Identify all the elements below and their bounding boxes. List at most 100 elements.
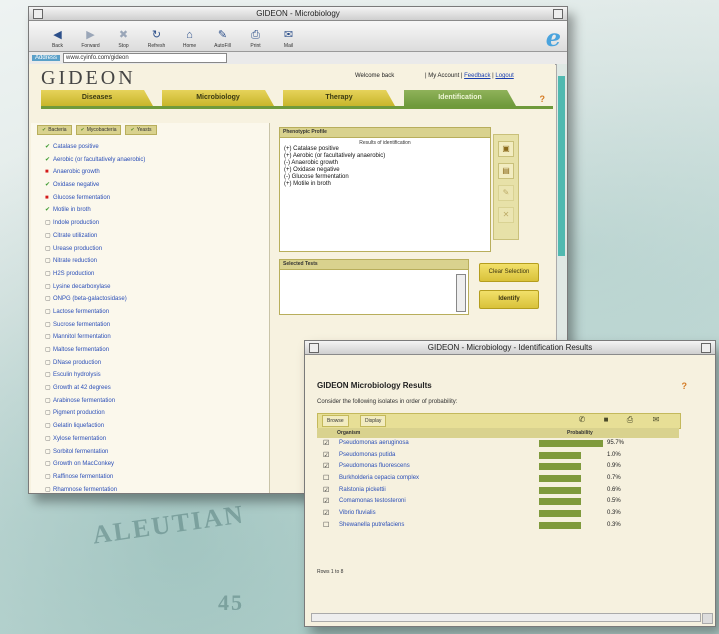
popup-horizontal-scrollbar[interactable] xyxy=(311,613,701,622)
checkbox-icon[interactable]: ▢ xyxy=(45,331,53,344)
subtab-yeasts[interactable]: ✔ Yeasts xyxy=(125,125,157,135)
result-row[interactable]: ☑ Comamonas testosteroni 0.5% xyxy=(317,496,679,508)
checkbox-icon[interactable]: ▢ xyxy=(45,471,53,484)
edit-icon[interactable]: ✎ xyxy=(498,185,514,201)
test-list-item[interactable]: ▢ Pigment production xyxy=(45,407,269,420)
test-list-item[interactable]: ▢ Rhamnose fermentation xyxy=(45,484,269,497)
test-list-item[interactable]: ✔ Catalase positive xyxy=(45,141,269,154)
save-icon[interactable]: ▣ xyxy=(498,141,514,157)
mail-button[interactable]: ✉ Mail xyxy=(272,29,305,51)
delete-icon[interactable]: ✕ xyxy=(498,207,514,223)
account-link[interactable]: | My Account | xyxy=(425,73,462,79)
subtab-mycobacteria[interactable]: ✔ Mycobacteria xyxy=(75,125,122,135)
check-positive-icon[interactable]: ✔ xyxy=(45,154,53,167)
close-button[interactable] xyxy=(33,9,43,19)
row-checkbox-icon[interactable]: ☑ xyxy=(323,440,329,448)
print-icon[interactable]: ⎙ xyxy=(624,415,636,425)
checkbox-icon[interactable]: ▢ xyxy=(45,319,53,332)
zoom-button[interactable] xyxy=(553,9,563,19)
checkbox-icon[interactable]: ▢ xyxy=(45,281,53,294)
popup-zoom-button[interactable] xyxy=(701,343,711,353)
test-list-item[interactable]: ▢ DNase production xyxy=(45,357,269,370)
popup-close-button[interactable] xyxy=(309,343,319,353)
result-row[interactable]: ☐ Burkholderia cepacia complex 0.7% xyxy=(317,473,679,485)
test-list-item[interactable]: ▢ Mannitol fermentation xyxy=(45,331,269,344)
result-row[interactable]: ☑ Pseudomonas putida 1.0% xyxy=(317,450,679,462)
checkbox-icon[interactable]: ▢ xyxy=(45,407,53,420)
popup-help-icon[interactable]: ? xyxy=(682,381,688,391)
browse-button[interactable]: Browse xyxy=(322,415,349,427)
mail-icon[interactable]: ✉ xyxy=(650,415,662,425)
organism-name[interactable]: Burkholderia cepacia complex xyxy=(339,473,419,484)
clear-selection-button[interactable]: Clear Selection xyxy=(479,263,539,282)
autofill-button[interactable]: ✎ AutoFill xyxy=(206,29,239,51)
checkbox-icon[interactable]: ▢ xyxy=(45,357,53,370)
test-list-item[interactable]: ▢ ONPG (beta-galactosidase) xyxy=(45,293,269,306)
identify-button[interactable]: Identify xyxy=(479,290,539,309)
test-list-item[interactable]: ▢ Nitrate reduction xyxy=(45,255,269,268)
checkbox-icon[interactable]: ▢ xyxy=(45,433,53,446)
subtab-bacteria[interactable]: ✔ Bacteria xyxy=(37,125,72,135)
check-positive-icon[interactable]: ✔ xyxy=(45,204,53,217)
row-checkbox-icon[interactable]: ☑ xyxy=(323,463,329,471)
test-list-item[interactable]: ▢ Citrate utilization xyxy=(45,230,269,243)
checkbox-icon[interactable]: ▢ xyxy=(45,446,53,459)
help-icon[interactable]: ? xyxy=(540,94,546,104)
checkbox-icon[interactable]: ▢ xyxy=(45,420,53,433)
row-checkbox-icon[interactable]: ☑ xyxy=(323,487,329,495)
test-list-item[interactable]: ▢ H2S production xyxy=(45,268,269,281)
forward-button[interactable]: ▶ Forward xyxy=(74,29,107,51)
check-negative-icon[interactable]: ■ xyxy=(45,166,53,179)
test-list-item[interactable]: ▢ Maltose fermentation xyxy=(45,344,269,357)
checkbox-icon[interactable]: ▢ xyxy=(45,344,53,357)
check-positive-icon[interactable]: ✔ xyxy=(45,141,53,154)
checkbox-icon[interactable]: ▢ xyxy=(45,382,53,395)
checkbox-icon[interactable]: ▢ xyxy=(45,484,53,497)
test-list-item[interactable]: ✔ Motile in broth xyxy=(45,204,269,217)
selected-tests-body[interactable] xyxy=(279,270,469,315)
check-positive-icon[interactable]: ✔ xyxy=(45,179,53,192)
scrollbar-thumb[interactable] xyxy=(558,76,565,256)
test-list-item[interactable]: ▢ Sorbitol fermentation xyxy=(45,446,269,459)
row-checkbox-icon[interactable]: ☐ xyxy=(323,522,329,530)
test-list-item[interactable]: ✔ Aerobic (or facultatively anaerobic) xyxy=(45,154,269,167)
logout-link[interactable]: Logout xyxy=(495,73,513,79)
stop-button[interactable]: ✖ Stop xyxy=(107,29,140,51)
checkbox-icon[interactable]: ▢ xyxy=(45,306,53,319)
refresh-button[interactable]: ↻ Refresh xyxy=(140,29,173,51)
open-folder-icon[interactable]: ▤ xyxy=(498,163,514,179)
test-list-item[interactable]: ▢ Lactose fermentation xyxy=(45,306,269,319)
test-list-item[interactable]: ✔ Oxidase negative xyxy=(45,179,269,192)
tab-microbiology[interactable]: Microbiology xyxy=(162,90,274,106)
test-list-item[interactable]: ▢ Xylose fermentation xyxy=(45,433,269,446)
result-row[interactable]: ☑ Pseudomonas fluorescens 0.9% xyxy=(317,461,679,473)
print-button[interactable]: ⎙ Print xyxy=(239,29,272,51)
row-checkbox-icon[interactable]: ☑ xyxy=(323,510,329,518)
check-negative-icon[interactable]: ■ xyxy=(45,192,53,205)
organism-name[interactable]: Vibrio fluvialis xyxy=(339,508,376,519)
test-list-item[interactable]: ▢ Sucrose fermentation xyxy=(45,319,269,332)
result-row[interactable]: ☑ Ralstonia pickettii 0.6% xyxy=(317,485,679,497)
save-icon[interactable]: ■ xyxy=(600,415,612,425)
checkbox-icon[interactable]: ▢ xyxy=(45,217,53,230)
test-list-item[interactable]: ▢ Growth at 42 degrees xyxy=(45,382,269,395)
checkbox-icon[interactable]: ▢ xyxy=(45,230,53,243)
test-list-item[interactable]: ■ Anaerobic growth xyxy=(45,166,269,179)
display-button[interactable]: Display xyxy=(360,415,387,427)
tab-identification[interactable]: Identification xyxy=(404,90,516,106)
test-list-item[interactable]: ▢ Esculin hydrolysis xyxy=(45,369,269,382)
checkbox-icon[interactable]: ▢ xyxy=(45,293,53,306)
organism-name[interactable]: Pseudomonas fluorescens xyxy=(339,461,410,472)
test-list-item[interactable]: ■ Glucose fermentation xyxy=(45,192,269,205)
phone-icon[interactable]: ✆ xyxy=(576,415,588,425)
home-button[interactable]: ⌂ Home xyxy=(173,29,206,51)
result-row[interactable]: ☐ Shewanella putrefaciens 0.3% xyxy=(317,520,679,532)
test-list-item[interactable]: ▢ Arabinose fermentation xyxy=(45,395,269,408)
test-list-item[interactable]: ▢ Gelatin liquefaction xyxy=(45,420,269,433)
result-row[interactable]: ☑ Pseudomonas aeruginosa 95.7% xyxy=(317,438,679,450)
checkbox-icon[interactable]: ▢ xyxy=(45,268,53,281)
test-list-item[interactable]: ▢ Urease production xyxy=(45,243,269,256)
checkbox-icon[interactable]: ▢ xyxy=(45,458,53,471)
organism-name[interactable]: Pseudomonas aeruginosa xyxy=(339,438,409,449)
row-checkbox-icon[interactable]: ☑ xyxy=(323,452,329,460)
